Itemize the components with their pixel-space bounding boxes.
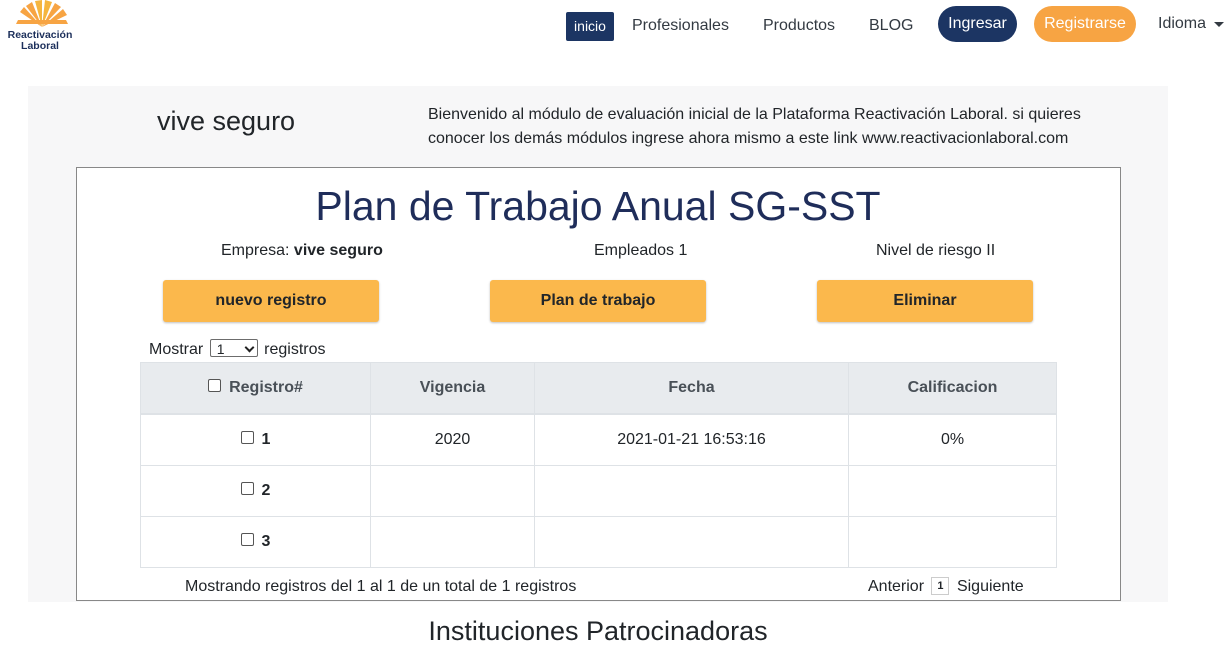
plan-de-trabajo-button[interactable]: Plan de trabajo — [490, 280, 706, 322]
brand-logo[interactable]: Reactivación Laboral — [0, 0, 78, 56]
nav-blog[interactable]: BLOG — [869, 14, 913, 38]
table-header-row: Registro# Vigencia Fecha Calificacion — [140, 362, 1057, 415]
table-row: 2 — [140, 465, 1057, 517]
registrarse-button[interactable]: Registrarse — [1034, 6, 1136, 42]
page-length-control: Mostrar 1 registros — [149, 338, 326, 360]
select-all-checkbox[interactable] — [208, 379, 222, 393]
row-checkbox[interactable] — [240, 482, 254, 496]
row-checkbox[interactable] — [240, 431, 254, 445]
chevron-down-icon — [244, 342, 255, 353]
registros-label: registros — [264, 341, 326, 358]
table-row: 1 2020 2021-01-21 16:53:16 0% — [140, 413, 1057, 466]
table-row: 3 — [140, 516, 1057, 568]
cell-vigencia — [370, 465, 535, 517]
nav-inicio[interactable]: inicio — [566, 12, 614, 41]
nivel-riesgo-info: Nivel de riesgo II — [876, 242, 996, 259]
cell-fecha — [534, 465, 849, 517]
welcome-message: Bienvenido al módulo de evaluación inici… — [428, 106, 1081, 147]
eliminar-button[interactable]: Eliminar — [817, 280, 1033, 322]
nav-productos[interactable]: Productos — [763, 14, 835, 38]
idioma-dropdown[interactable]: Idioma — [1158, 12, 1206, 36]
page-size-value: 1 — [216, 340, 225, 357]
siguiente-link[interactable]: Siguiente — [957, 578, 1024, 595]
header-registro[interactable]: Registro# — [140, 362, 371, 415]
empleados-info: Empleados 1 — [594, 242, 688, 259]
sunrise-icon — [16, 0, 68, 27]
ingresar-button[interactable]: Ingresar — [938, 6, 1017, 42]
cell-calificacion: 0% — [848, 413, 1057, 466]
row-checkbox[interactable] — [240, 533, 254, 547]
nav-profesionales[interactable]: Profesionales — [632, 14, 729, 38]
page-size-select[interactable]: 1 — [209, 338, 258, 357]
anterior-link[interactable]: Anterior — [868, 578, 924, 595]
table-info: Mostrando registros del 1 al 1 de un tot… — [185, 578, 577, 595]
cell-calificacion — [848, 516, 1057, 568]
page-1-button[interactable]: 1 — [931, 577, 950, 595]
cell-registro: 3 — [140, 516, 371, 568]
empresa-label: Empresa: — [221, 242, 290, 259]
page-title: Plan de Trabajo Anual SG-SST — [315, 183, 881, 229]
cell-registro: 2 — [140, 465, 371, 517]
cell-vigencia — [370, 516, 535, 568]
cell-registro: 1 — [140, 413, 371, 466]
empresa-value: vive seguro — [293, 242, 383, 259]
nuevo-registro-button[interactable]: nuevo registro — [163, 280, 379, 322]
chevron-down-icon[interactable] — [1214, 22, 1224, 27]
empresa-info: Empresa: vive seguro — [221, 242, 383, 260]
header-vigencia[interactable]: Vigencia — [370, 362, 535, 415]
pagination: Anterior 1 Siguiente — [868, 577, 1024, 596]
cell-fecha — [534, 516, 849, 568]
cell-vigencia: 2020 — [370, 413, 535, 466]
mostrar-label: Mostrar — [149, 341, 204, 358]
records-table: Registro# Vigencia Fecha Calificacion 1 … — [140, 362, 1057, 568]
sponsors-heading: Instituciones Patrocinadoras — [428, 616, 768, 646]
header-calificacion[interactable]: Calificacion — [848, 362, 1057, 415]
brand-wordmark: Reactivación Laboral — [7, 29, 73, 52]
cell-calificacion — [848, 465, 1057, 517]
cell-fecha: 2021-01-21 16:53:16 — [534, 413, 849, 466]
company-name-heading: vive seguro — [157, 106, 296, 136]
header-fecha[interactable]: Fecha — [534, 362, 849, 415]
